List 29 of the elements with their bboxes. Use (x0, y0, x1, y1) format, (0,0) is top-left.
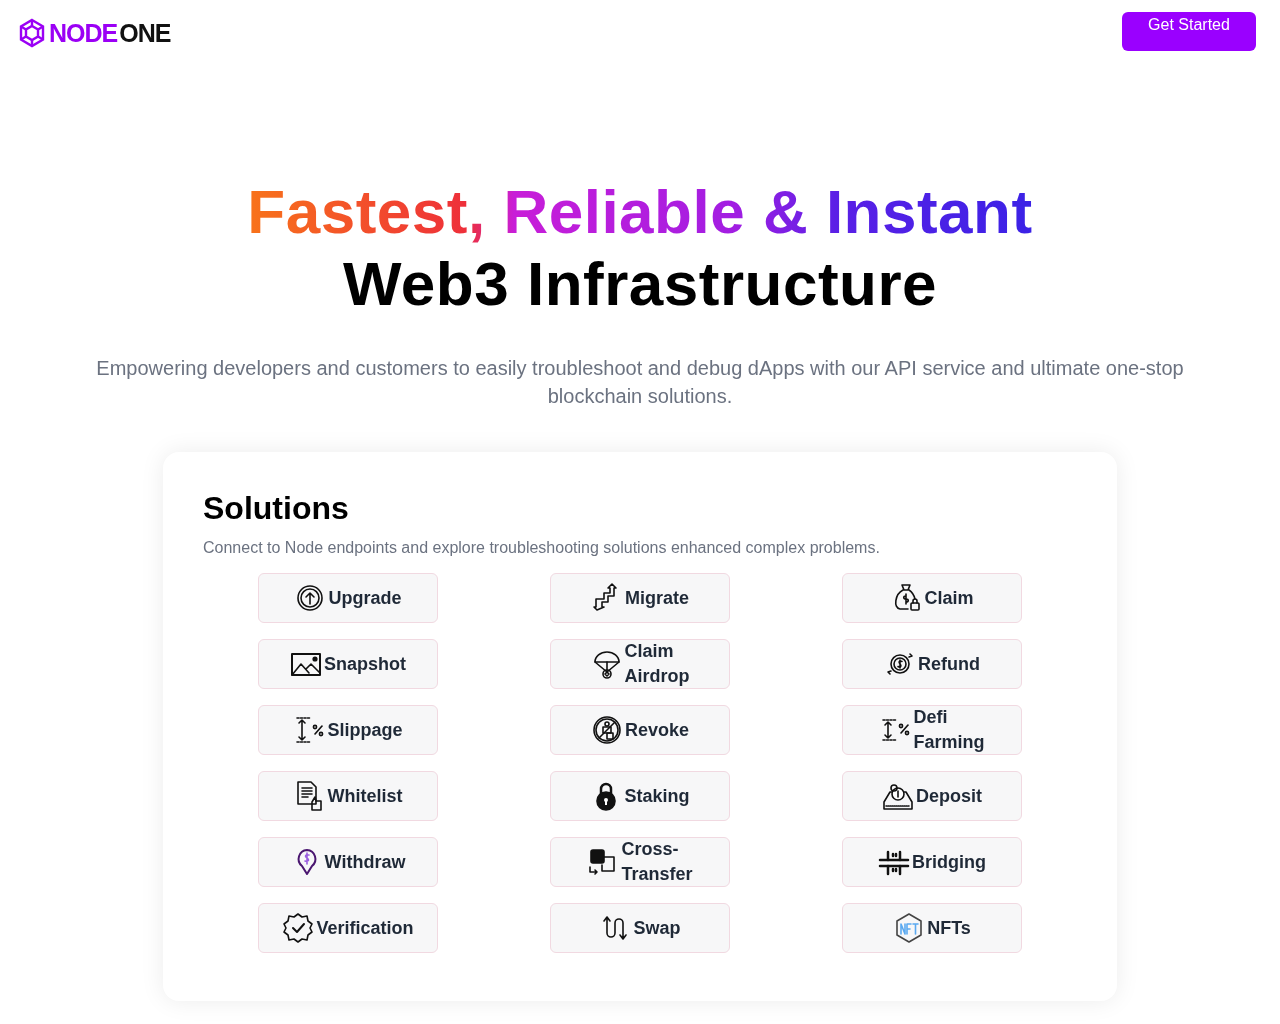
solution-button[interactable]: Bridging (842, 837, 1022, 887)
solution-button[interactable]: Withdraw (258, 837, 438, 887)
solution-button[interactable]: Upgrade (258, 573, 438, 623)
solution-button[interactable]: Claim Airdrop (550, 639, 730, 689)
solution-button[interactable]: Whitelist (258, 771, 438, 821)
hero-subtitle: Empowering developers and customers to easily troubleshoot and debug dApps with our API service and ultimate one-stop blockchain solutions. (95, 356, 1185, 409)
solution-button[interactable]: Staking (550, 771, 730, 821)
headline: Web3 Infrastructure (342, 248, 938, 320)
solution-button[interactable]: Verification (258, 903, 438, 953)
badge-check-icon (282, 912, 315, 944)
solution-button[interactable]: NFTs (842, 903, 1022, 953)
logo-text: NODE (49, 18, 118, 48)
solution-button[interactable]: Refund (842, 639, 1022, 689)
solution-button[interactable]: Swap (550, 903, 730, 953)
solution-button[interactable]: Snapshot (258, 639, 438, 689)
logo-icon (17, 18, 47, 48)
solution-button[interactable]: Claim (842, 573, 1022, 623)
prohibited-icon (590, 714, 623, 746)
solution-button[interactable]: Revoke (550, 705, 730, 755)
section-title: Solutions (203, 490, 350, 527)
section-subtitle: Connect to Node endpoints and explore troubleshooting solutions enhanced complex problems. (203, 539, 881, 557)
solution-button[interactable]: Slippage (258, 705, 438, 755)
solution-button[interactable]: Defi Farming (842, 705, 1022, 755)
solution-button[interactable]: Migrate (550, 573, 730, 623)
logo-text: ONE (119, 18, 171, 48)
solution-button[interactable]: Deposit (842, 771, 1022, 821)
percent-range-icon (293, 714, 326, 746)
solution-button[interactable]: Cross-Transfer (550, 837, 730, 887)
get-started-button[interactable]: Get Started (1122, 12, 1256, 51)
